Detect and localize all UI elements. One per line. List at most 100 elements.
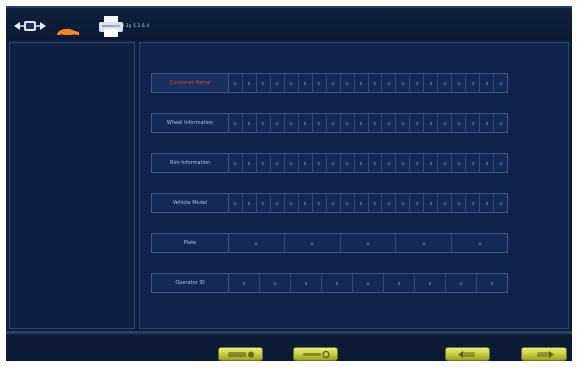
character-cell[interactable] bbox=[229, 154, 243, 172]
character-cell[interactable] bbox=[480, 114, 495, 132]
tools-button[interactable] bbox=[293, 347, 338, 361]
character-cell[interactable] bbox=[369, 154, 383, 172]
vehicle-model-field[interactable] bbox=[229, 194, 507, 212]
car-icon[interactable] bbox=[56, 22, 80, 37]
character-cell[interactable] bbox=[327, 154, 341, 172]
character-cell[interactable] bbox=[438, 74, 453, 92]
back-button[interactable] bbox=[445, 347, 490, 361]
character-cell[interactable] bbox=[382, 194, 397, 212]
character-cell[interactable] bbox=[229, 194, 243, 212]
character-cell[interactable] bbox=[257, 114, 271, 132]
character-cell[interactable] bbox=[257, 194, 271, 212]
character-cell[interactable] bbox=[243, 154, 257, 172]
character-cell[interactable] bbox=[384, 274, 415, 292]
wheel-information-row[interactable]: Wheel Information bbox=[151, 113, 508, 133]
character-cell[interactable] bbox=[260, 274, 291, 292]
character-cell[interactable] bbox=[229, 74, 243, 92]
character-cell[interactable] bbox=[466, 74, 481, 92]
character-cell[interactable] bbox=[285, 154, 299, 172]
character-cell[interactable] bbox=[452, 154, 467, 172]
character-cell[interactable] bbox=[480, 194, 495, 212]
character-cell[interactable] bbox=[382, 74, 397, 92]
character-cell[interactable] bbox=[299, 114, 313, 132]
character-cell[interactable] bbox=[355, 194, 369, 212]
character-cell[interactable] bbox=[396, 74, 411, 92]
character-cell[interactable] bbox=[313, 154, 327, 172]
character-cell[interactable] bbox=[313, 194, 327, 212]
character-cell[interactable] bbox=[438, 154, 453, 172]
character-cell[interactable] bbox=[480, 74, 495, 92]
forward-button[interactable] bbox=[521, 347, 567, 361]
character-cell[interactable] bbox=[285, 194, 299, 212]
character-cell[interactable] bbox=[369, 194, 383, 212]
rim-information-field[interactable] bbox=[229, 154, 507, 172]
character-cell[interactable] bbox=[257, 74, 271, 92]
character-cell[interactable] bbox=[322, 274, 353, 292]
vehicle-model-row[interactable]: Vehicle Model bbox=[151, 193, 508, 213]
character-cell[interactable] bbox=[285, 114, 299, 132]
character-cell[interactable] bbox=[382, 114, 397, 132]
character-cell[interactable] bbox=[327, 114, 341, 132]
keyboard-button[interactable] bbox=[218, 347, 263, 361]
character-cell[interactable] bbox=[452, 194, 467, 212]
character-cell[interactable] bbox=[355, 154, 369, 172]
character-cell[interactable] bbox=[243, 114, 257, 132]
character-cell[interactable] bbox=[396, 114, 411, 132]
character-cell[interactable] bbox=[327, 194, 341, 212]
plate-row[interactable]: Plate bbox=[151, 233, 508, 253]
character-cell[interactable] bbox=[243, 194, 257, 212]
wheel-information-field[interactable] bbox=[229, 114, 507, 132]
character-cell[interactable] bbox=[466, 154, 481, 172]
customer-name-row[interactable]: Customer Name bbox=[151, 73, 508, 93]
character-cell[interactable] bbox=[243, 74, 257, 92]
customer-name-field[interactable] bbox=[229, 74, 507, 92]
character-cell[interactable] bbox=[424, 114, 439, 132]
character-cell[interactable] bbox=[477, 274, 507, 292]
plate-field[interactable] bbox=[229, 234, 507, 252]
character-cell[interactable] bbox=[494, 74, 507, 92]
character-cell[interactable] bbox=[257, 154, 271, 172]
character-cell[interactable] bbox=[452, 234, 507, 252]
character-cell[interactable] bbox=[369, 114, 383, 132]
character-cell[interactable] bbox=[452, 114, 467, 132]
operator-id-field[interactable] bbox=[229, 274, 507, 292]
character-cell[interactable] bbox=[369, 74, 383, 92]
character-cell[interactable] bbox=[494, 114, 507, 132]
character-cell[interactable] bbox=[415, 274, 446, 292]
character-cell[interactable] bbox=[229, 114, 243, 132]
character-cell[interactable] bbox=[291, 274, 322, 292]
character-cell[interactable] bbox=[313, 74, 327, 92]
character-cell[interactable] bbox=[355, 114, 369, 132]
character-cell[interactable] bbox=[410, 154, 425, 172]
character-cell[interactable] bbox=[313, 114, 327, 132]
character-cell[interactable] bbox=[271, 154, 285, 172]
character-cell[interactable] bbox=[382, 154, 397, 172]
character-cell[interactable] bbox=[271, 194, 285, 212]
operator-id-row[interactable]: Operator ID bbox=[151, 273, 508, 293]
character-cell[interactable] bbox=[285, 74, 299, 92]
character-cell[interactable] bbox=[353, 274, 384, 292]
character-cell[interactable] bbox=[396, 194, 411, 212]
character-cell[interactable] bbox=[327, 74, 341, 92]
character-cell[interactable] bbox=[285, 234, 341, 252]
character-cell[interactable] bbox=[480, 154, 495, 172]
character-cell[interactable] bbox=[424, 74, 439, 92]
character-cell[interactable] bbox=[410, 194, 425, 212]
character-cell[interactable] bbox=[494, 194, 507, 212]
character-cell[interactable] bbox=[355, 74, 369, 92]
character-cell[interactable] bbox=[424, 154, 439, 172]
character-cell[interactable] bbox=[466, 194, 481, 212]
character-cell[interactable] bbox=[341, 114, 355, 132]
character-cell[interactable] bbox=[410, 114, 425, 132]
character-cell[interactable] bbox=[299, 154, 313, 172]
character-cell[interactable] bbox=[299, 194, 313, 212]
character-cell[interactable] bbox=[396, 234, 453, 252]
character-cell[interactable] bbox=[494, 154, 507, 172]
character-cell[interactable] bbox=[452, 74, 467, 92]
character-cell[interactable] bbox=[446, 274, 477, 292]
character-cell[interactable] bbox=[341, 234, 397, 252]
character-cell[interactable] bbox=[341, 154, 355, 172]
character-cell[interactable] bbox=[271, 114, 285, 132]
character-cell[interactable] bbox=[424, 194, 439, 212]
character-cell[interactable] bbox=[466, 114, 481, 132]
